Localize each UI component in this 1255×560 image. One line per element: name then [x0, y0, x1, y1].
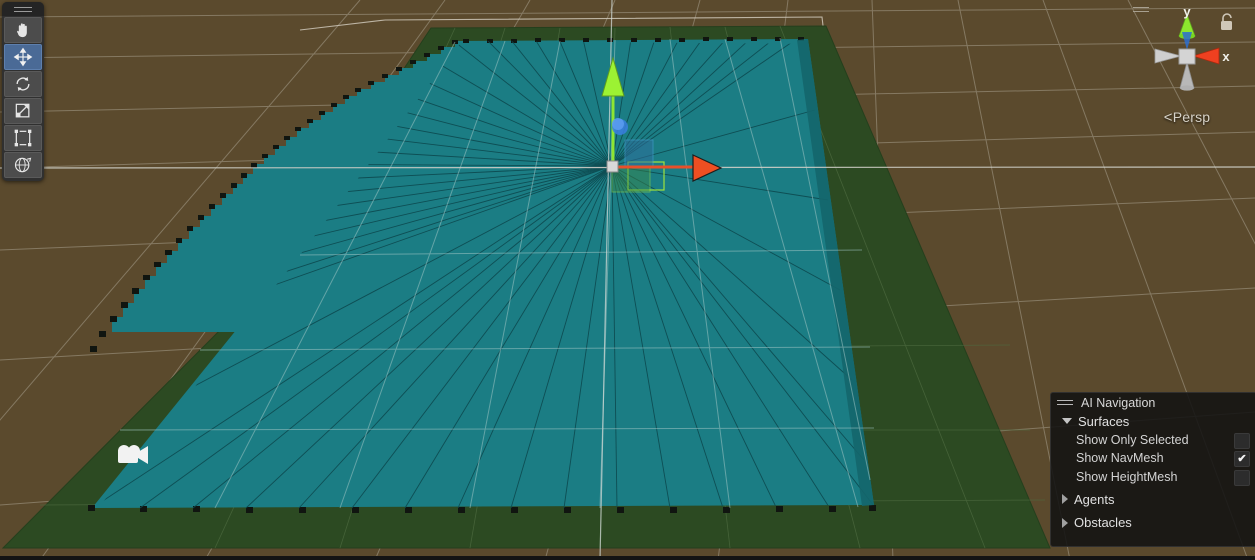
panel-drag-handle[interactable]	[1057, 400, 1073, 405]
gizmo-drag-handle[interactable]	[1133, 7, 1149, 12]
scene-view-gizmo[interactable]: y x <Persp	[1127, 2, 1247, 128]
group-agents-label: Agents	[1074, 491, 1115, 507]
gizmo-y-label: y	[1183, 4, 1191, 19]
option-show-navmesh[interactable]: Show NavMesh ✔	[1051, 449, 1255, 468]
rotate-tool-button[interactable]	[4, 71, 42, 97]
checkmark-icon: ✔	[1237, 452, 1247, 465]
show-only-selected-checkbox[interactable]: ✔	[1234, 432, 1250, 449]
group-surfaces-label: Surfaces	[1078, 413, 1130, 429]
gizmo-neg-y-cone	[1179, 60, 1195, 89]
gizmo-projection-toggle[interactable]: <Persp	[1127, 109, 1247, 126]
move-tool-button[interactable]	[4, 44, 42, 70]
option-show-only-selected[interactable]: Show Only Selected ✔	[1051, 431, 1255, 450]
drag-line	[1057, 400, 1073, 401]
rotate-icon	[16, 76, 30, 92]
viewport-bottom-border	[0, 556, 1255, 560]
ai-navigation-header[interactable]: AI Navigation	[1051, 393, 1255, 412]
gizmo-center-cube	[1178, 48, 1196, 65]
lock-icon	[1221, 13, 1232, 30]
drag-line	[14, 10, 32, 12]
scene-tools-toolbar[interactable]	[2, 2, 44, 181]
gizmo-pos-x-cone	[1191, 47, 1220, 65]
ai-navigation-overlay-panel[interactable]: AI Navigation Surfaces Show Only Selecte…	[1050, 392, 1255, 547]
transform-icon	[14, 157, 32, 173]
foldout-open-icon[interactable]	[1062, 418, 1072, 425]
foldout-closed-icon[interactable]	[1062, 494, 1068, 505]
move-icon	[13, 47, 33, 67]
drag-line	[1133, 7, 1149, 8]
drag-line	[1133, 11, 1149, 12]
toolbar-drag-handle[interactable]	[2, 2, 44, 16]
drag-line	[1057, 404, 1073, 405]
show-heightmesh-checkbox[interactable]: ✔	[1234, 469, 1250, 486]
gizmo-neg-y-base	[1180, 85, 1194, 91]
rect-icon	[14, 129, 32, 147]
transform-tool-button[interactable]	[4, 152, 42, 178]
hand-tool-button[interactable]	[4, 17, 42, 43]
group-obstacles-label: Obstacles	[1074, 515, 1132, 531]
option-show-heightmesh-label: Show HeightMesh	[1076, 469, 1178, 484]
gizmo-neg-x-cone	[1154, 48, 1183, 64]
show-navmesh-checkbox[interactable]: ✔	[1234, 451, 1250, 467]
option-show-heightmesh[interactable]: Show HeightMesh ✔	[1051, 468, 1255, 487]
gizmo-x-label: x	[1222, 49, 1230, 64]
foldout-closed-icon[interactable]	[1062, 517, 1068, 528]
group-surfaces[interactable]: Surfaces	[1051, 412, 1255, 431]
group-obstacles[interactable]: Obstacles	[1051, 514, 1255, 533]
option-show-only-selected-label: Show Only Selected	[1076, 432, 1189, 447]
hand-icon	[17, 23, 27, 38]
gizmo-projection-label: Persp	[1172, 109, 1211, 125]
rect-tool-button[interactable]	[4, 125, 42, 151]
gizmo-axes[interactable]: y x	[1127, 2, 1247, 112]
drag-line	[14, 6, 32, 8]
option-show-navmesh-label: Show NavMesh	[1076, 451, 1164, 466]
scale-icon	[15, 103, 30, 118]
chevron-left-icon: <	[1163, 109, 1173, 126]
panel-title: AI Navigation	[1081, 395, 1156, 410]
unity-scene-view[interactable]: y x <Persp AI Navigation Surfaces Show O…	[0, 0, 1255, 560]
scale-tool-button[interactable]	[4, 98, 42, 124]
group-agents[interactable]: Agents	[1051, 490, 1255, 509]
gizmo-z-cone	[1182, 32, 1192, 50]
